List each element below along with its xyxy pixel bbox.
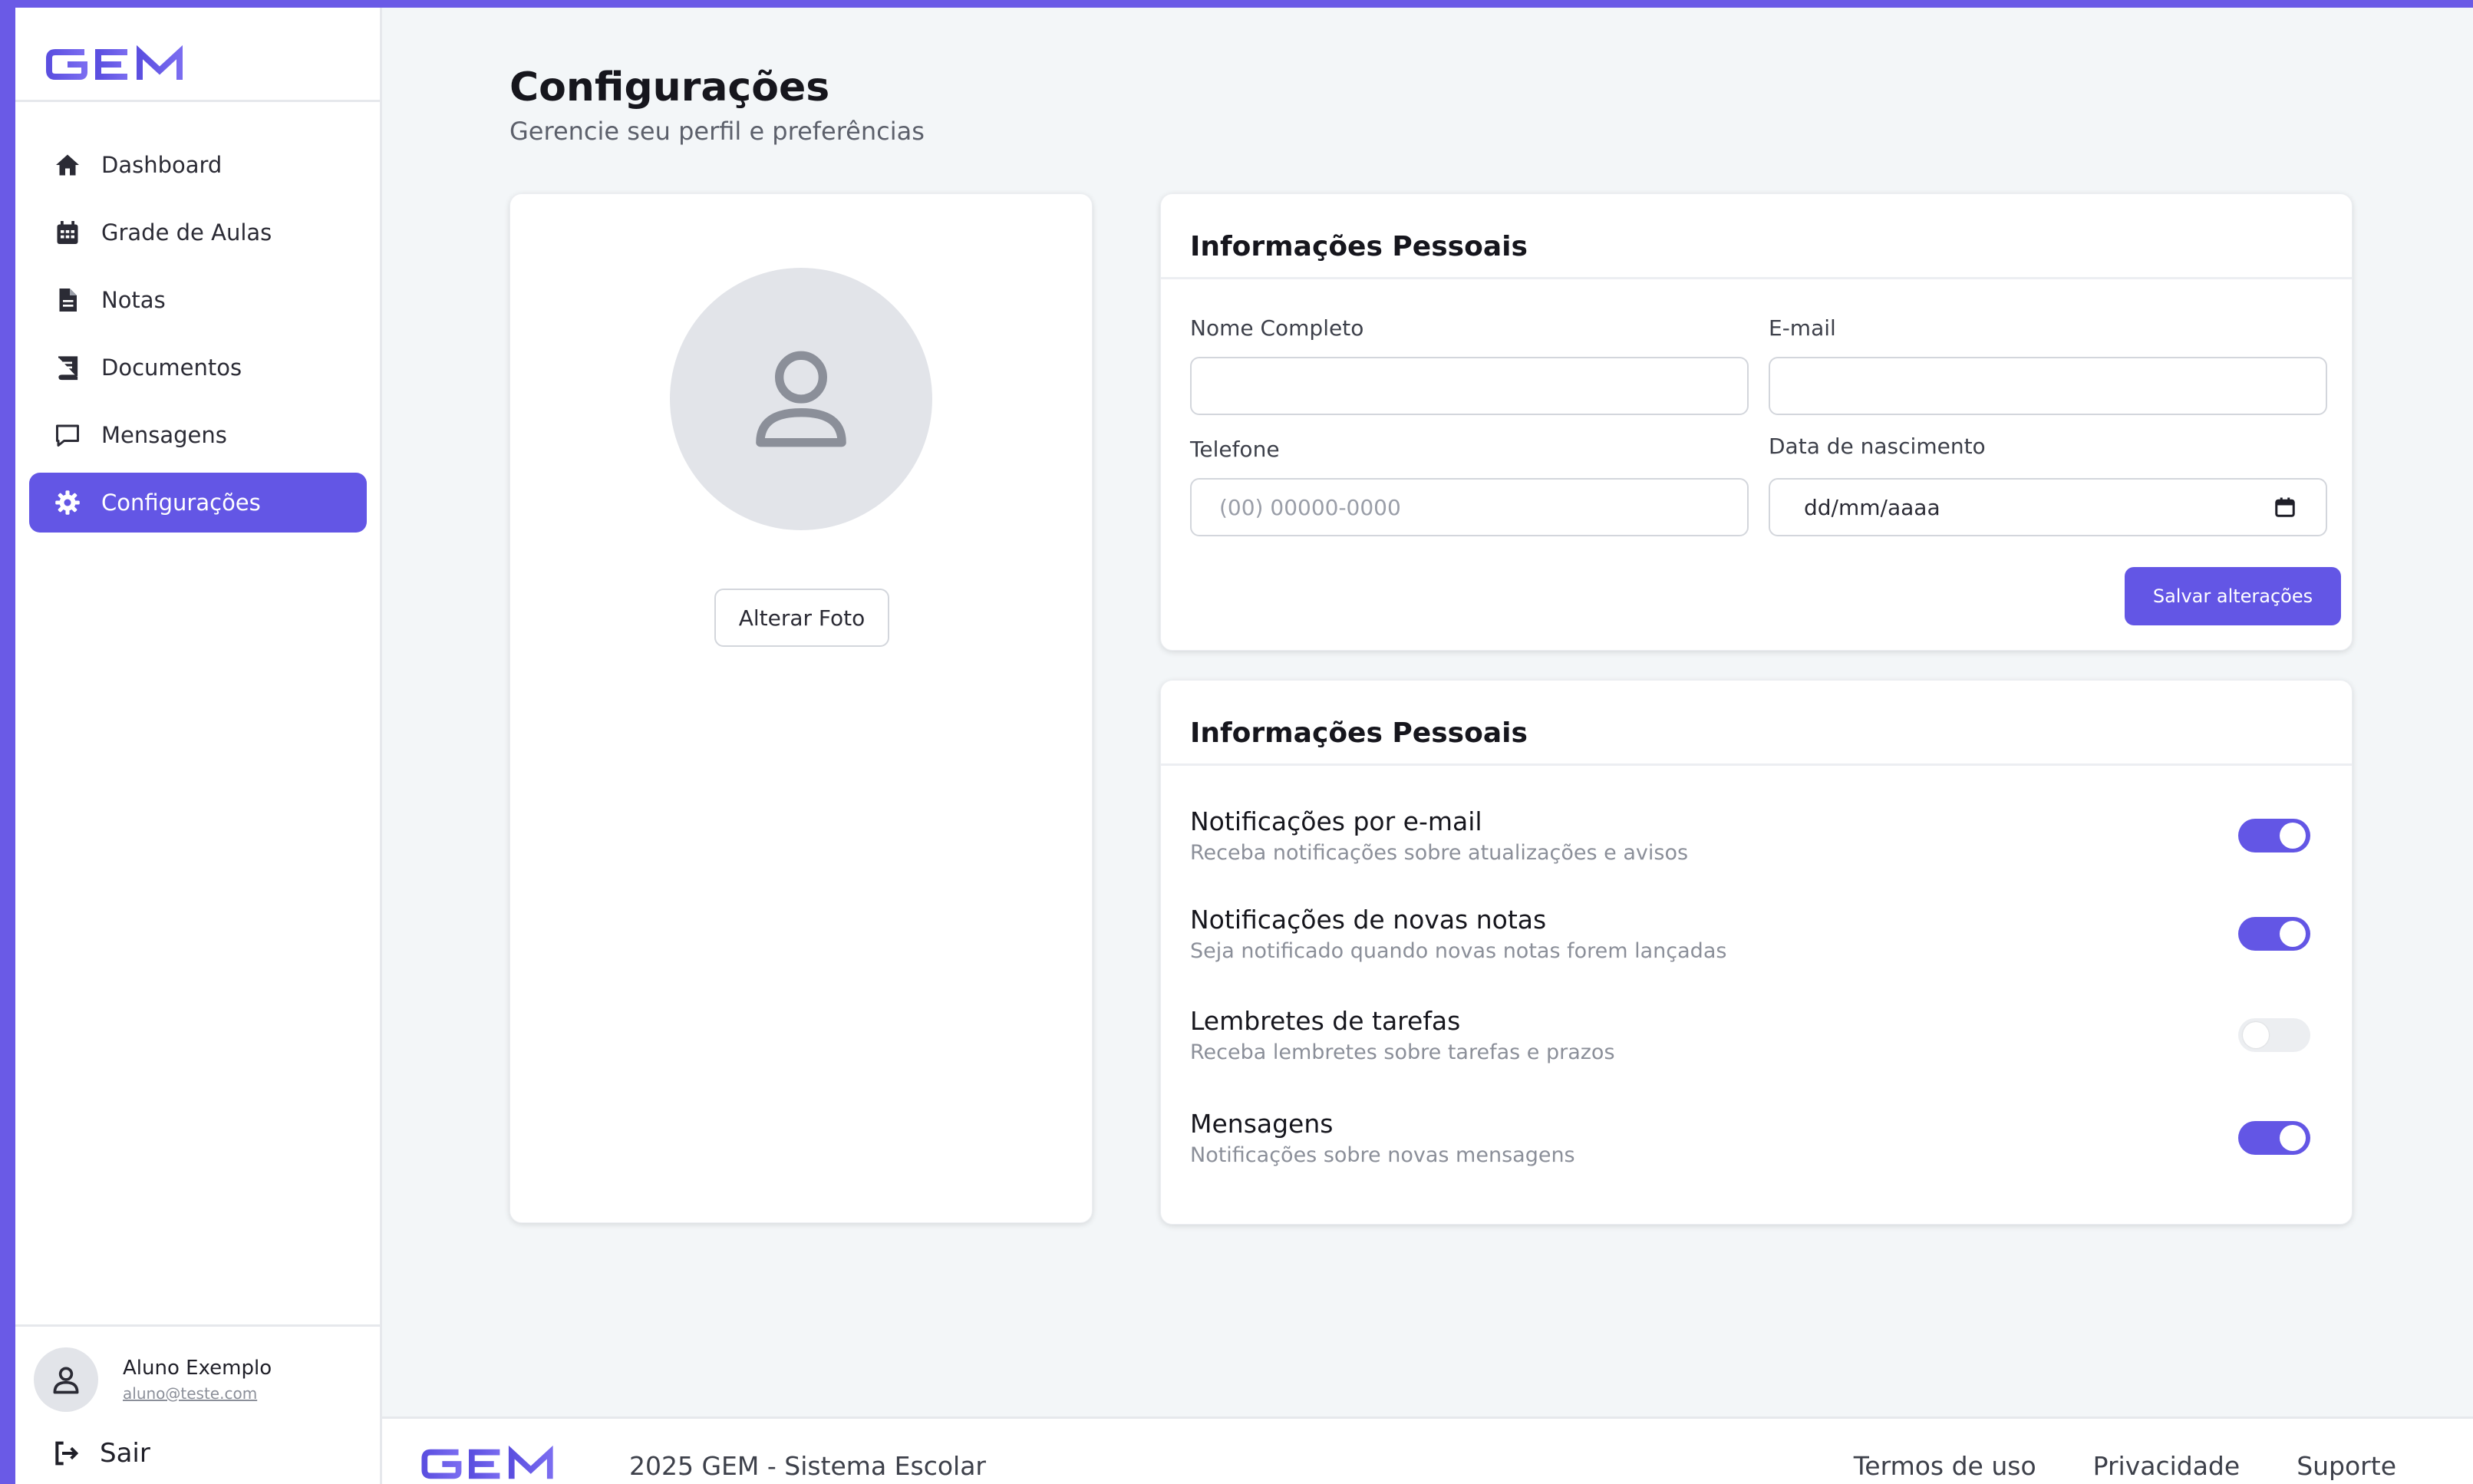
email-notifications-toggle[interactable] xyxy=(2238,819,2310,852)
sidebar-item-notas[interactable]: Notas xyxy=(29,270,367,330)
logout-label: Sair xyxy=(100,1438,150,1469)
sidebar-item-documentos[interactable]: Documentos xyxy=(29,338,367,397)
avatar xyxy=(34,1347,98,1412)
footer: 2025 GEM - Sistema Escolar Termos de uso… xyxy=(382,1416,2473,1484)
sidebar-item-label: Documentos xyxy=(101,355,242,381)
logout-button[interactable]: Sair xyxy=(51,1438,150,1469)
preference-description: Seja notificado quando novas notas forem… xyxy=(1190,939,1727,963)
sidebar-item-label: Notas xyxy=(101,287,166,313)
birth-date-input[interactable]: dd/mm/aaaa xyxy=(1769,478,2327,536)
sidebar-nav: Dashboard Grade de Aulas Notas Documento… xyxy=(29,135,367,540)
profile-photo-card: Alterar Foto xyxy=(509,193,1093,1223)
sidebar-item-dashboard[interactable]: Dashboard xyxy=(29,135,367,195)
sidebar-logo-divider xyxy=(15,100,382,102)
full-name-label: Nome Completo xyxy=(1190,315,1364,341)
footer-links: Termos de uso Privacidade Suporte xyxy=(1854,1451,2396,1481)
personal-info-card: Informações Pessoais Nome Completo E-mai… xyxy=(1160,193,2353,651)
sidebar-user-divider xyxy=(15,1324,382,1327)
phone-input[interactable]: (00) 00000-0000 xyxy=(1190,478,1749,536)
profile-avatar xyxy=(670,268,932,530)
card-divider xyxy=(1161,763,2352,766)
preference-description: Receba lembretes sobre tarefas e prazos xyxy=(1190,1040,1615,1064)
birth-date-label: Data de nascimento xyxy=(1769,434,1986,459)
preference-title: Notificações por e-mail xyxy=(1190,806,1482,836)
phone-label: Telefone xyxy=(1190,437,1280,462)
preference-description: Notificações sobre novas mensagens xyxy=(1190,1143,1575,1167)
toggle-knob xyxy=(2280,823,2306,849)
preference-title: Mensagens xyxy=(1190,1109,1334,1139)
user-name: Aluno Exemplo xyxy=(123,1357,272,1380)
preference-email-notifications: Notificações por e-mail Receba notificaç… xyxy=(1190,806,2324,865)
task-reminders-toggle[interactable] xyxy=(2238,1018,2310,1052)
save-changes-button[interactable]: Salvar alterações xyxy=(2125,567,2341,625)
file-icon xyxy=(52,285,83,315)
preferences-card: Informações Pessoais Notificações por e-… xyxy=(1160,680,2353,1225)
user-profile[interactable]: Aluno Exemplo aluno@teste.com xyxy=(34,1347,272,1412)
home-icon xyxy=(52,150,83,180)
app-frame: Dashboard Grade de Aulas Notas Documento… xyxy=(15,8,2473,1484)
toggle-knob xyxy=(2280,921,2306,947)
gem-logo xyxy=(421,1445,553,1479)
page-title: Configurações xyxy=(509,64,830,110)
messages-toggle[interactable] xyxy=(2238,1121,2310,1155)
page-subtitle: Gerencie seu perfil e preferências xyxy=(509,117,925,146)
book-icon xyxy=(52,352,83,383)
full-name-input[interactable] xyxy=(1190,357,1749,415)
calendar-icon[interactable] xyxy=(2274,496,2297,519)
preference-task-reminders: Lembretes de tarefas Receba lembretes so… xyxy=(1190,1006,2324,1064)
sidebar-item-label: Dashboard xyxy=(101,152,223,178)
toggle-knob xyxy=(2280,1125,2306,1151)
card-title: Informações Pessoais xyxy=(1190,717,1528,749)
birth-date-value: dd/mm/aaaa xyxy=(1804,494,1940,520)
sidebar-item-configuracoes[interactable]: Configurações xyxy=(29,473,367,533)
phone-placeholder: (00) 00000-0000 xyxy=(1219,494,1401,520)
calendar-icon xyxy=(52,217,83,248)
preference-title: Notificações de novas notas xyxy=(1190,905,1547,935)
message-icon xyxy=(52,420,83,450)
preference-messages: Mensagens Notificações sobre novas mensa… xyxy=(1190,1109,2324,1167)
email-input[interactable] xyxy=(1769,357,2327,415)
sidebar-item-grade-de-aulas[interactable]: Grade de Aulas xyxy=(29,203,367,262)
preference-description: Receba notificações sobre atualizações e… xyxy=(1190,841,1689,865)
sidebar-item-label: Mensagens xyxy=(101,422,227,448)
gear-icon xyxy=(52,487,83,518)
new-grades-toggle[interactable] xyxy=(2238,917,2310,951)
sidebar-item-label: Configurações xyxy=(101,490,261,516)
support-link[interactable]: Suporte xyxy=(2297,1451,2396,1481)
gem-logo xyxy=(46,45,183,80)
privacy-link[interactable]: Privacidade xyxy=(2093,1451,2241,1481)
sidebar-item-label: Grade de Aulas xyxy=(101,219,272,246)
preference-new-grades: Notificações de novas notas Seja notific… xyxy=(1190,905,2324,963)
terms-link[interactable]: Termos de uso xyxy=(1854,1451,2036,1481)
preference-title: Lembretes de tarefas xyxy=(1190,1006,1461,1036)
footer-copyright: 2025 GEM - Sistema Escolar xyxy=(629,1451,986,1481)
user-email: aluno@teste.com xyxy=(123,1384,258,1403)
card-divider xyxy=(1161,277,2352,279)
user-icon xyxy=(53,1367,79,1394)
sidebar: Dashboard Grade de Aulas Notas Documento… xyxy=(15,8,382,1484)
sidebar-item-mensagens[interactable]: Mensagens xyxy=(29,405,367,465)
user-icon xyxy=(756,351,846,447)
logout-icon xyxy=(51,1438,81,1469)
change-photo-button[interactable]: Alterar Foto xyxy=(714,589,889,647)
toggle-knob xyxy=(2243,1022,2269,1048)
email-label: E-mail xyxy=(1769,315,1836,341)
card-title: Informações Pessoais xyxy=(1190,231,1528,262)
